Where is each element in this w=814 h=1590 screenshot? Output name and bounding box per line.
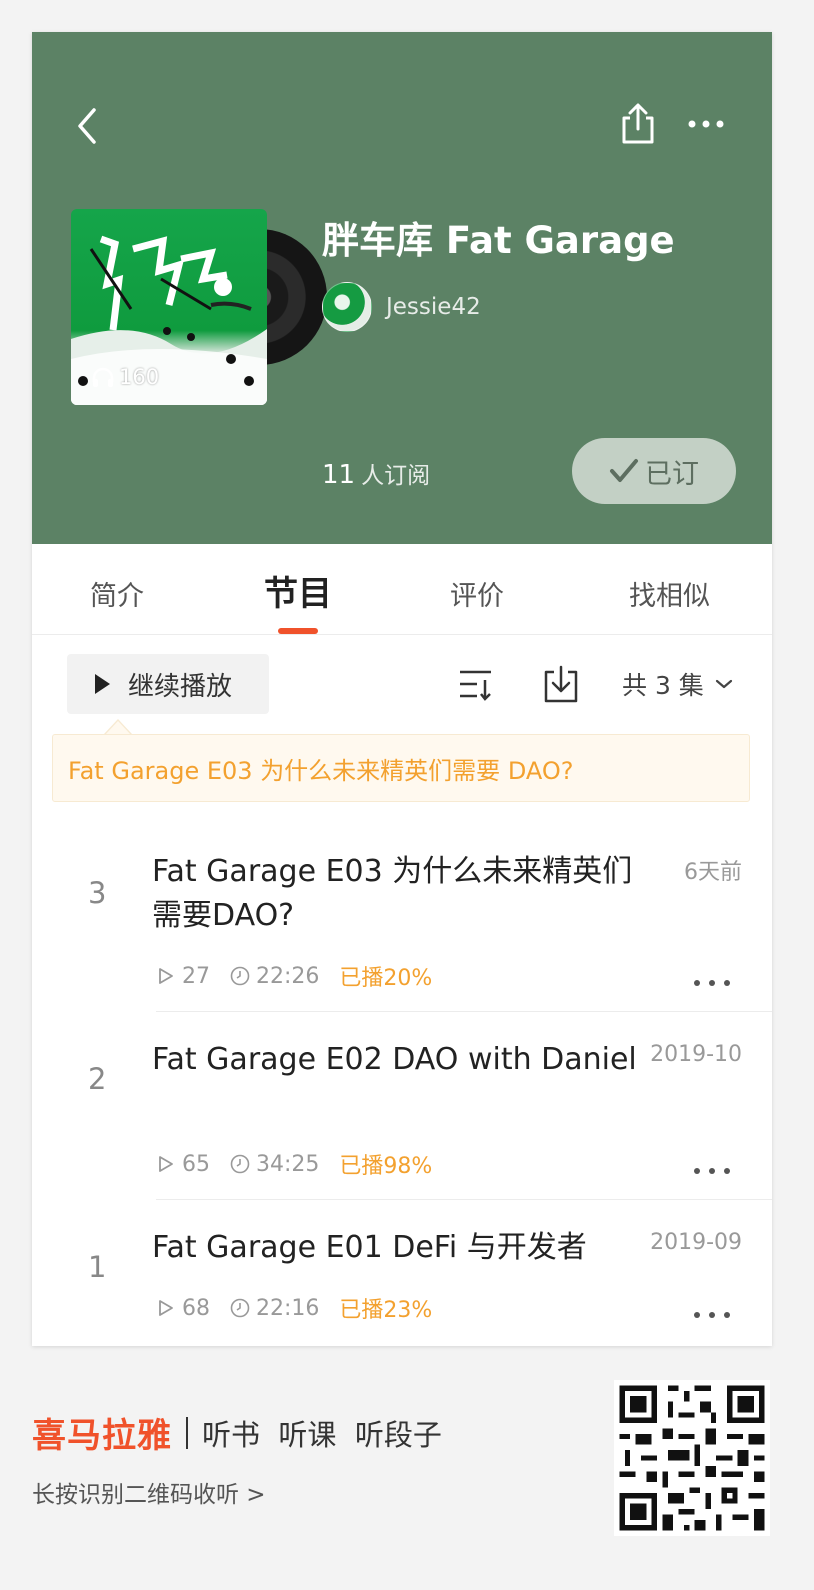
subscriber-suffix: 人订阅 <box>361 463 431 489</box>
clock-icon <box>230 966 250 986</box>
episode-date: 2019-10 <box>650 1042 742 1067</box>
sort-icon[interactable] <box>457 666 497 704</box>
qr-code[interactable] <box>614 1380 770 1536</box>
brand-slogan: 听书 听课 听段子 <box>202 1417 442 1452</box>
album-header: 160 胖车库 Fat Garage Jessie42 11 人订阅 已订 <box>32 32 772 544</box>
brand-logo: 喜马拉雅 <box>32 1416 172 1456</box>
subscribed-label: 已订 <box>645 458 699 490</box>
more-icon[interactable] <box>686 114 726 134</box>
episode-duration-value: 34:25 <box>256 1151 320 1177</box>
avatar <box>322 282 372 332</box>
episode-total-selector[interactable]: 共 3 集 <box>622 666 734 702</box>
episode-number: 2 <box>88 1062 107 1096</box>
last-played-tip[interactable]: Fat Garage E03 为什么未来精英们需要 DAO? <box>52 734 750 802</box>
subscribed-button[interactable]: 已订 <box>572 438 736 504</box>
episode-more-icon[interactable] <box>692 1166 732 1176</box>
chevron-down-icon <box>715 679 732 689</box>
episode-title: Fat Garage E03 为什么未来精英们需要DAO? <box>152 854 633 933</box>
tab-bar: 简介 节目 评价 找相似 <box>32 544 772 635</box>
episode-duration-value: 22:26 <box>256 963 320 989</box>
clock-icon <box>230 1298 250 1318</box>
cover-image: 160 <box>71 209 267 405</box>
episode-duration: 22:16 <box>230 1296 319 1321</box>
headphones-icon <box>92 367 114 387</box>
episode-play-count: 68 <box>182 1295 210 1321</box>
episode-more-icon[interactable] <box>692 1310 732 1320</box>
active-tab-indicator <box>278 628 318 634</box>
brand-divider <box>186 1416 188 1449</box>
check-icon <box>610 459 638 482</box>
episode-total-label: 共 3 集 <box>622 671 704 700</box>
episode-play-count: 65 <box>182 1151 210 1177</box>
episode-number: 3 <box>88 876 107 910</box>
episode-item[interactable]: 3 Fat Garage E03 为什么未来精英们需要DAO? 6天前 27 2… <box>32 842 772 1012</box>
subscriber-number: 11 <box>322 460 356 490</box>
episode-plays: 65 <box>158 1152 210 1177</box>
qr-hint: 长按识别二维码收听 > <box>32 1482 266 1508</box>
episode-meta: 65 34:25 已播98% <box>158 1148 432 1180</box>
tip-arrow-fill <box>105 721 131 735</box>
album-title: 胖车库 Fat Garage <box>322 219 675 262</box>
tab-similar[interactable]: 找相似 <box>629 574 710 613</box>
episode-date: 2019-09 <box>650 1230 742 1255</box>
episode-progress: 已播23% <box>339 1298 433 1323</box>
footer-brand: 喜马拉雅 听书 听课 听段子 <box>32 1408 442 1457</box>
episode-toolbar: 继续播放 共 3 集 <box>32 654 772 716</box>
tab-reviews[interactable]: 评价 <box>450 574 504 613</box>
play-count-icon <box>159 1156 173 1172</box>
cover-play-count: 160 <box>91 365 159 389</box>
episode-duration: 22:26 <box>230 964 319 989</box>
episode-duration: 34:25 <box>230 1152 319 1177</box>
episode-title: Fat Garage E02 DAO with Daniel <box>152 1042 637 1077</box>
episode-divider <box>156 1011 772 1012</box>
episode-title: Fat Garage E01 DeFi 与开发者 <box>152 1230 587 1265</box>
tab-episodes[interactable]: 节目 <box>264 566 332 615</box>
episode-meta: 68 22:16 已播23% <box>158 1292 432 1324</box>
author-name: Jessie42 <box>386 294 481 320</box>
episode-date: 6天前 <box>684 860 742 885</box>
episode-progress: 已播20% <box>339 966 433 991</box>
play-icon <box>95 674 110 694</box>
episode-meta: 27 22:26 已播20% <box>158 960 432 992</box>
continue-play-label: 继续播放 <box>128 671 233 702</box>
episode-item[interactable]: 2 Fat Garage E02 DAO with Daniel 2019-10… <box>32 1032 772 1202</box>
cover-play-count-value: 160 <box>119 365 160 389</box>
album-page: 160 胖车库 Fat Garage Jessie42 11 人订阅 已订 简介 … <box>32 32 772 1346</box>
episode-item[interactable]: 1 Fat Garage E01 DeFi 与开发者 2019-09 68 22… <box>32 1222 772 1346</box>
tab-intro[interactable]: 简介 <box>90 574 144 613</box>
play-count-icon <box>159 1300 173 1316</box>
author-link[interactable]: Jessie42 <box>322 282 481 332</box>
download-icon[interactable] <box>542 664 580 704</box>
episode-duration-value: 22:16 <box>256 1295 320 1321</box>
play-count-icon <box>159 968 173 984</box>
episode-play-count: 27 <box>182 963 210 989</box>
episode-plays: 68 <box>158 1296 210 1321</box>
episode-plays: 27 <box>158 964 210 989</box>
subscriber-count: 11 人订阅 <box>322 456 430 490</box>
share-icon[interactable] <box>618 102 658 146</box>
episode-divider <box>156 1199 772 1200</box>
episode-progress: 已播98% <box>339 1154 433 1179</box>
episode-number: 1 <box>88 1250 107 1284</box>
album-cover[interactable]: 160 <box>71 209 327 405</box>
episode-more-icon[interactable] <box>692 978 732 988</box>
clock-icon <box>230 1154 250 1174</box>
last-played-text: Fat Garage E03 为什么未来精英们需要 DAO? <box>68 756 574 785</box>
continue-play-button[interactable]: 继续播放 <box>67 654 269 714</box>
back-icon[interactable] <box>72 106 102 146</box>
